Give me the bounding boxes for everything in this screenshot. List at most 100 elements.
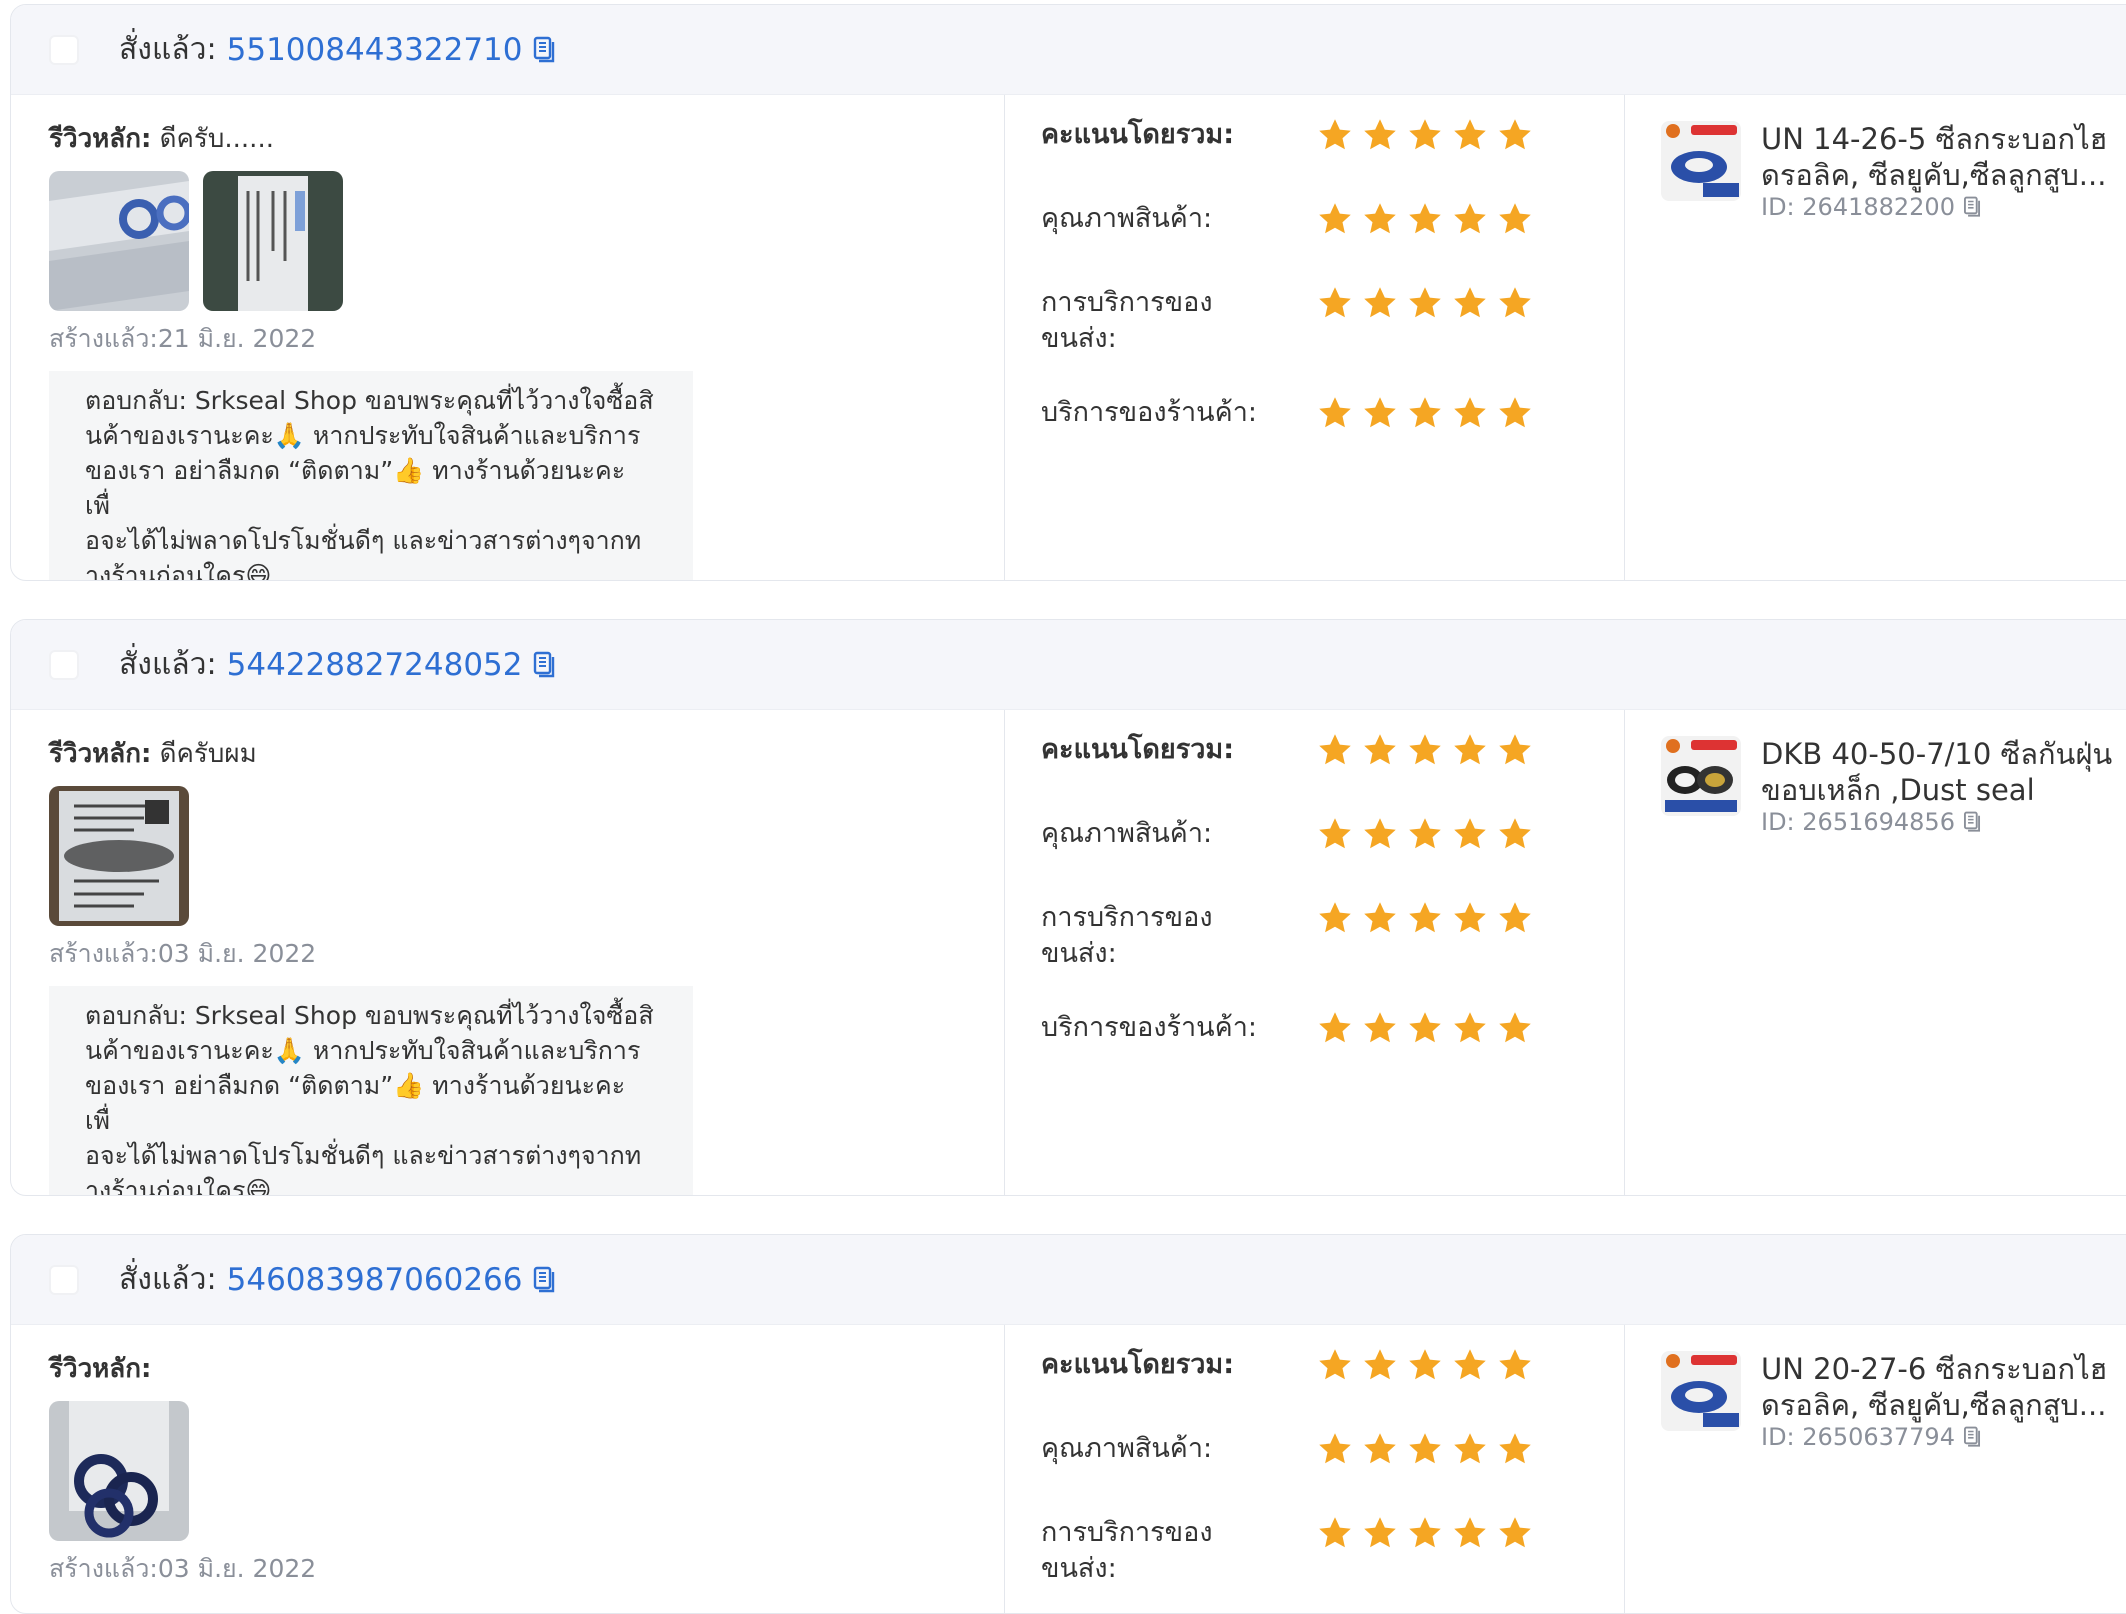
review-image[interactable] — [49, 786, 189, 926]
review-image[interactable] — [49, 1401, 189, 1541]
star-icon — [1409, 1349, 1441, 1380]
review-label: รีวิวหลัก: — [49, 124, 152, 154]
star-icon — [1499, 818, 1531, 849]
star-rating — [1317, 1431, 1533, 1467]
star-icon — [1364, 1433, 1396, 1464]
product-title[interactable]: UN 14-26-5 ซีลกระบอกไฮดรอลิค, ซีลยูคับ,ซ… — [1761, 121, 2121, 193]
star-icon — [1364, 902, 1396, 933]
order-id-link[interactable]: 546083987060266 — [227, 1262, 523, 1298]
order-id-link[interactable]: 544228827248052 — [227, 647, 523, 683]
review-text: ดีครับผม — [159, 739, 257, 769]
star-icon — [1319, 902, 1351, 933]
star-rating — [1317, 395, 1533, 431]
shop-reply: ตอบกลับ: Srkseal Shop ขอบพระคุณที่ไว้วาง… — [49, 986, 693, 1196]
star-rating — [1317, 732, 1533, 768]
star-icon — [1364, 397, 1396, 428]
rating-label: คุณภาพสินค้า: — [1041, 203, 1213, 234]
created-date: สร้างแล้ว:03 มิ.ย. 2022 — [49, 939, 317, 968]
column-divider — [1624, 710, 1625, 1195]
product-title[interactable]: UN 20-27-6 ซีลกระบอกไฮดรอลิค, ซีลยูคับ,ซ… — [1761, 1351, 2121, 1423]
star-icon — [1454, 119, 1486, 150]
card-body: รีวิวหลัก: ดีครับผม สร้างแล้ว:03 มิ.ย. 2… — [11, 710, 2126, 1195]
star-icon — [1454, 1433, 1486, 1464]
review-images — [49, 1401, 989, 1541]
card-header: สั่งแล้ว: 544228827248052 — [11, 620, 2126, 710]
rating-label: คุณภาพสินค้า: — [1041, 1433, 1213, 1464]
product-image[interactable] — [1661, 1351, 1741, 1431]
product-id-text: ID: 2650637794 — [1761, 1423, 1955, 1451]
column-divider — [1624, 95, 1625, 580]
order-id-link[interactable]: 551008443322710 — [227, 32, 523, 68]
copy-icon[interactable] — [533, 36, 555, 64]
reply-line: อจะได้ไม่พลาดโปรโมชั่นดีๆ และข่าวสารต่าง… — [85, 1141, 642, 1170]
copy-icon[interactable] — [1963, 1426, 1981, 1448]
select-checkbox[interactable] — [49, 649, 79, 680]
review-card: สั่งแล้ว: 551008443322710 รีวิวหลัก: ดีค… — [10, 4, 2126, 581]
review-image[interactable] — [49, 171, 189, 311]
reply-line: อจะได้ไม่พลาดโปรโมชั่นดีๆ และข่าวสารต่าง… — [85, 526, 642, 555]
star-icon — [1409, 119, 1441, 150]
copy-icon[interactable] — [533, 651, 555, 679]
card-body: รีวิวหลัก: สร้างแล้ว:03 มิ.ย. 2022 คะแนน… — [11, 1325, 2126, 1613]
star-icon — [1319, 818, 1351, 849]
reply-line: นค้าของเรานะคะ🙏 หากประทับใจสินค้าและบริก… — [85, 421, 641, 450]
star-icon — [1319, 734, 1351, 765]
star-icon — [1499, 287, 1531, 318]
select-checkbox[interactable] — [49, 34, 79, 65]
star-icon — [1499, 1433, 1531, 1464]
product-title[interactable]: DKB 40-50-7/10 ซีลกันฝุ่นขอบเหล็ก ,Dust … — [1761, 736, 2121, 808]
select-checkbox[interactable] — [49, 1264, 79, 1295]
star-icon — [1409, 1517, 1441, 1548]
star-icon — [1364, 287, 1396, 318]
rating-label: บริการของร้านค้า: — [1041, 1012, 1257, 1043]
star-icon — [1364, 734, 1396, 765]
order-label: สั่งแล้ว: — [119, 32, 217, 67]
star-rating — [1317, 117, 1533, 153]
reply-line: างร้านก่อนใคร😄 — [85, 561, 272, 581]
review-label: รีวิวหลัก: — [49, 1354, 152, 1384]
card-header: สั่งแล้ว: 551008443322710 — [11, 5, 2126, 95]
order-label: สั่งแล้ว: — [119, 647, 217, 682]
product-image[interactable] — [1661, 121, 1741, 201]
star-icon — [1319, 203, 1351, 234]
review-images — [49, 786, 989, 926]
star-icon — [1409, 397, 1441, 428]
star-rating — [1317, 900, 1533, 936]
star-rating — [1317, 201, 1533, 237]
star-icon — [1364, 1517, 1396, 1548]
column-divider — [1004, 1325, 1005, 1613]
star-icon — [1499, 397, 1531, 428]
star-icon — [1409, 1433, 1441, 1464]
product-id-text: ID: 2651694856 — [1761, 808, 1955, 836]
review-image[interactable] — [203, 171, 343, 311]
star-icon — [1409, 818, 1441, 849]
review-main: รีวิวหลัก: ดีครับ...... — [49, 121, 989, 157]
review-card: สั่งแล้ว: 546083987060266 รีวิวหลัก: สร้… — [10, 1234, 2126, 1614]
created-date: สร้างแล้ว:21 มิ.ย. 2022 — [49, 324, 317, 353]
star-rating — [1317, 285, 1533, 321]
reply-line: ตอบกลับ: Srkseal Shop ขอบพระคุณที่ไว้วาง… — [85, 1001, 654, 1030]
star-icon — [1499, 1012, 1531, 1043]
star-icon — [1409, 734, 1441, 765]
star-icon — [1319, 1433, 1351, 1464]
rating-label: บริการของร้านค้า: — [1041, 397, 1257, 428]
star-rating — [1317, 1515, 1533, 1551]
star-icon — [1409, 203, 1441, 234]
copy-icon[interactable] — [533, 1266, 555, 1294]
star-rating — [1317, 1010, 1533, 1046]
star-icon — [1319, 287, 1351, 318]
copy-icon[interactable] — [1963, 811, 1981, 833]
star-icon — [1454, 397, 1486, 428]
reply-line: างร้านก่อนใคร😄 — [85, 1176, 272, 1196]
rating-label: การบริการของขนส่ง: — [1041, 287, 1213, 354]
star-icon — [1499, 1349, 1531, 1380]
star-icon — [1319, 1012, 1351, 1043]
product-image[interactable] — [1661, 736, 1741, 816]
star-icon — [1454, 902, 1486, 933]
star-rating — [1317, 1347, 1533, 1383]
review-text: ดีครับ...... — [159, 124, 274, 154]
card-body: รีวิวหลัก: ดีครับ...... สร้างแล้ว:21 มิ.… — [11, 95, 2126, 580]
star-icon — [1364, 119, 1396, 150]
star-icon — [1454, 1349, 1486, 1380]
copy-icon[interactable] — [1963, 196, 1981, 218]
